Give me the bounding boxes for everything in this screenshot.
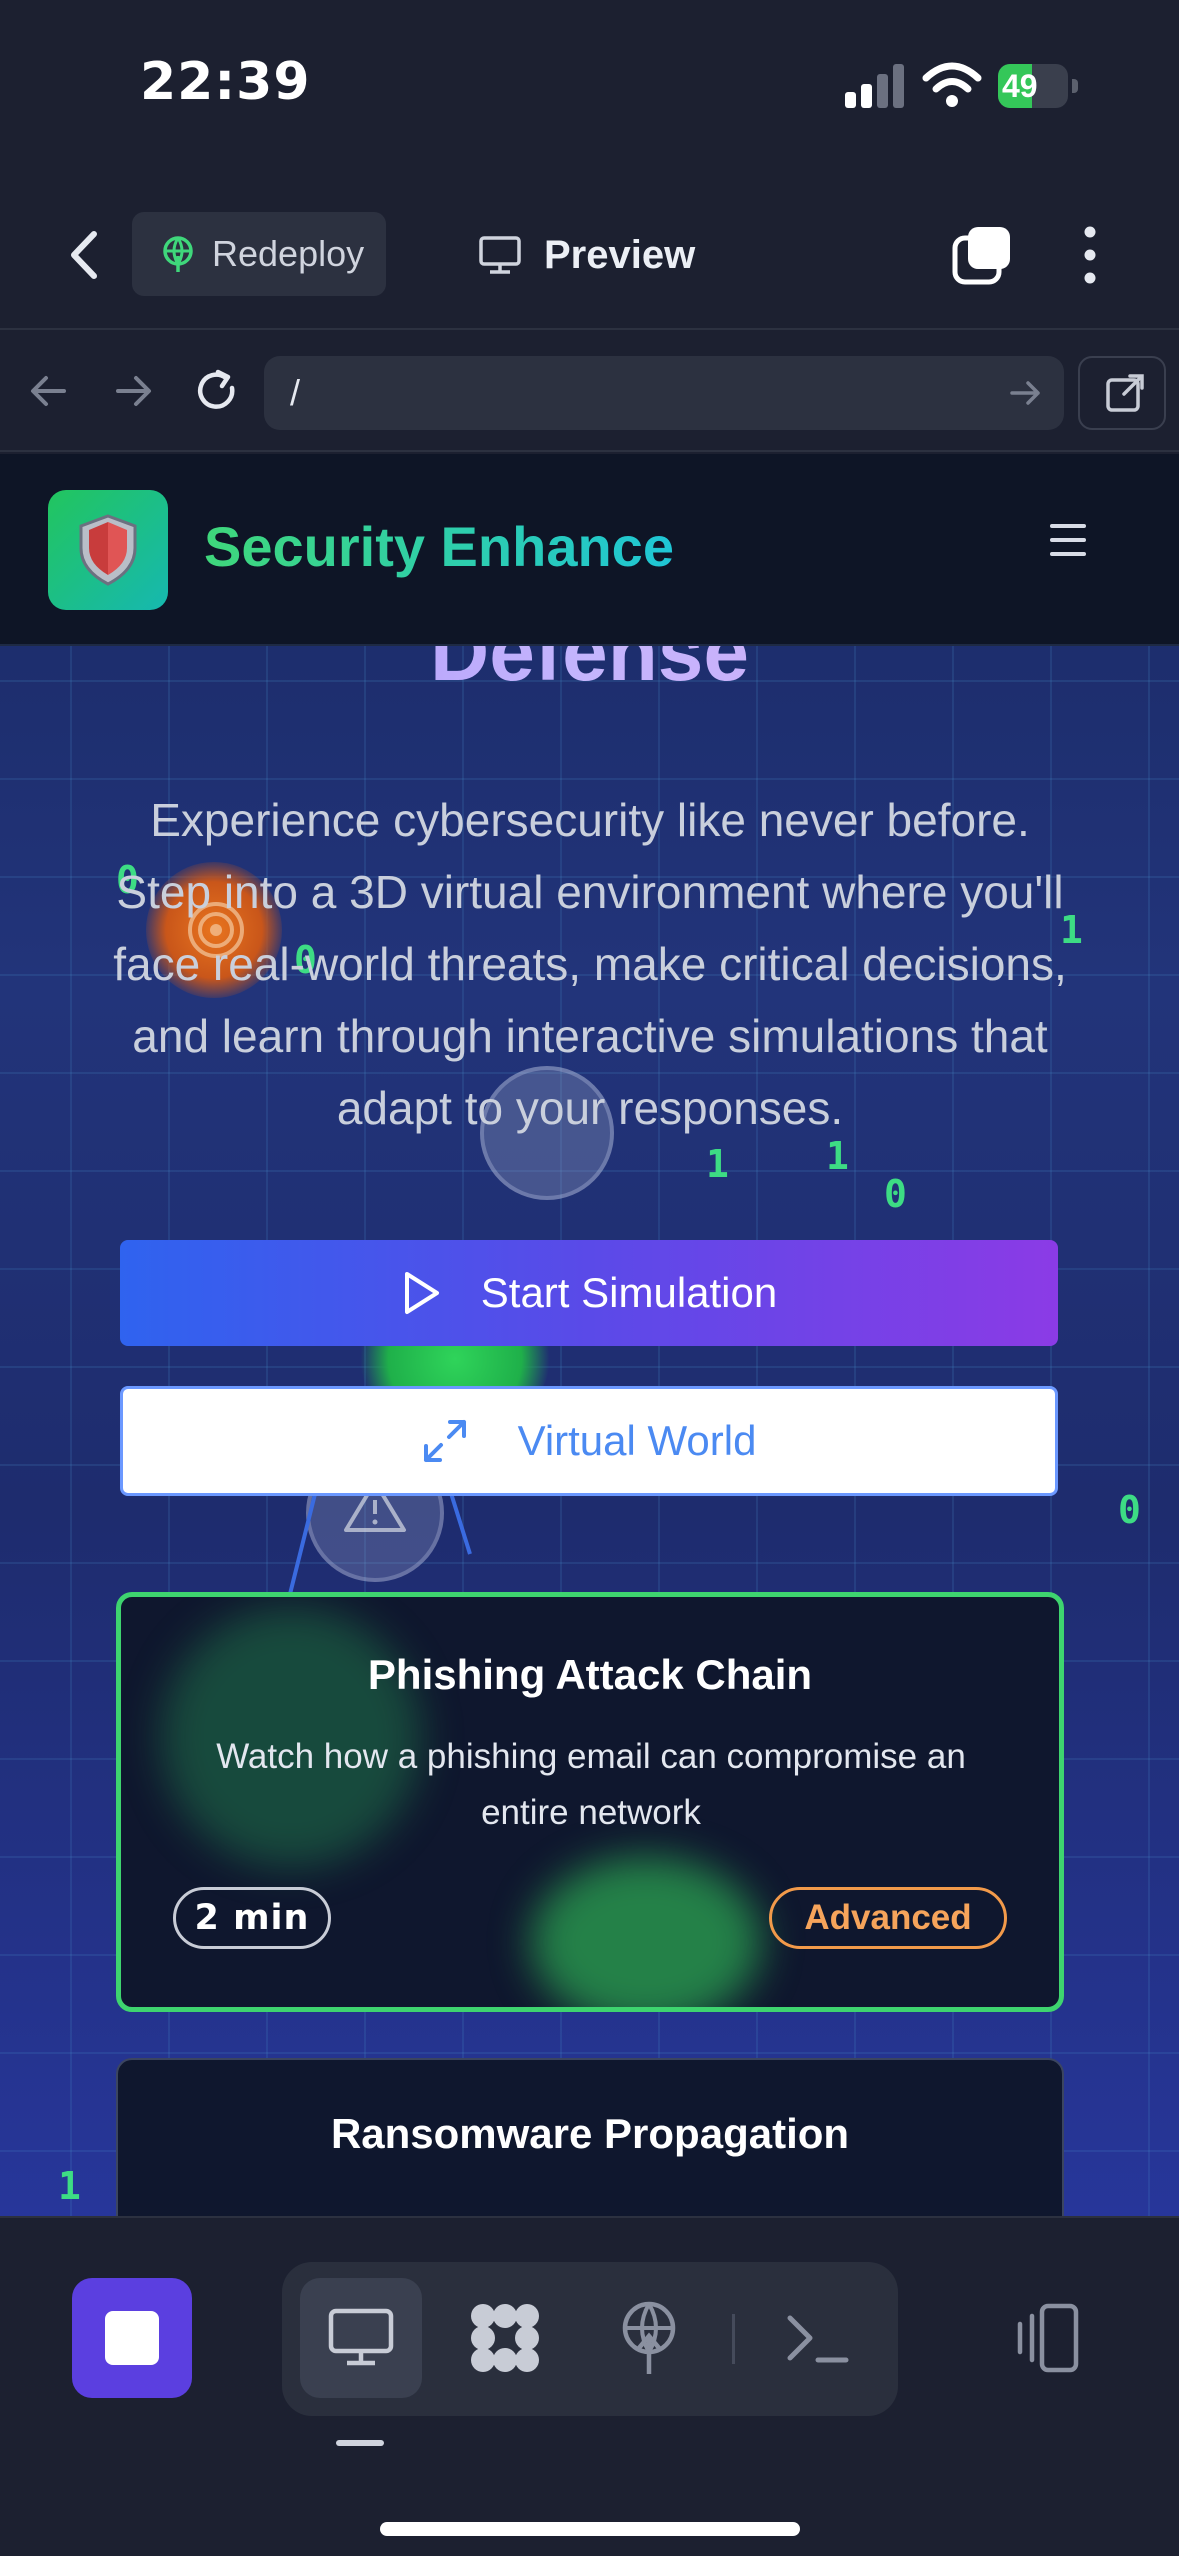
virtual-world-button[interactable]: Virtual World xyxy=(120,1386,1058,1496)
more-options-icon[interactable] xyxy=(1070,220,1110,290)
browser-toolbar: Redeploy Preview xyxy=(0,180,1179,330)
bottom-toolbar xyxy=(0,2216,1179,2556)
console-tab[interactable] xyxy=(756,2278,878,2398)
hero-description: Experience cybersecurity like never befo… xyxy=(113,794,1067,1134)
brand-logo[interactable] xyxy=(48,490,168,610)
status-bar: 22:39 49 xyxy=(0,0,1179,180)
redeploy-label: Redeploy xyxy=(212,233,365,274)
redeploy-button[interactable]: Redeploy xyxy=(132,212,386,296)
card-description: Watch how a phishing email can compromis… xyxy=(216,1737,966,1832)
start-simulation-label: Start Simulation xyxy=(480,1269,778,1316)
play-icon xyxy=(404,1272,439,1314)
cellular-signal-icon xyxy=(845,64,905,108)
status-time: 22:39 xyxy=(140,52,311,112)
hamburger-menu-icon[interactable] xyxy=(1050,524,1092,574)
reload-icon[interactable] xyxy=(192,366,242,416)
start-simulation-button[interactable]: Start Simulation xyxy=(120,1240,1058,1346)
card-glow xyxy=(531,1857,761,2007)
virtual-world-label: Virtual World xyxy=(517,1417,757,1464)
url-input[interactable]: / xyxy=(264,356,1064,430)
binary-digit: 0 xyxy=(884,1172,907,1216)
binary-digit: 1 xyxy=(58,2164,81,2208)
terminal-icon xyxy=(787,2315,849,2363)
stop-button[interactable] xyxy=(72,2278,192,2398)
battery-icon: 49 xyxy=(998,64,1078,108)
difficulty-badge: Advanced xyxy=(769,1887,1007,1949)
scenario-card[interactable]: Phishing Attack Chain Watch how a phishi… xyxy=(116,1592,1064,2012)
address-row: / xyxy=(0,332,1179,452)
stop-icon xyxy=(105,2311,159,2365)
desktop-view-tab[interactable] xyxy=(300,2278,422,2398)
globe-deploy-icon xyxy=(163,236,193,272)
apps-grid-icon xyxy=(471,2304,539,2372)
site-header: Security Enhance xyxy=(0,454,1179,646)
active-tab-indicator xyxy=(336,2440,384,2446)
open-external-button[interactable] xyxy=(1078,356,1166,430)
monitor-icon xyxy=(328,2308,394,2366)
url-text: / xyxy=(290,372,301,413)
monitor-icon xyxy=(479,236,521,274)
binary-digit: 0 xyxy=(1118,1488,1141,1532)
shield-icon xyxy=(79,514,137,586)
expand-icon xyxy=(423,1420,466,1462)
wifi-icon xyxy=(922,62,982,107)
globe-deploy-icon xyxy=(622,2301,676,2374)
preview-tab[interactable]: Preview xyxy=(478,220,695,290)
nav-back-icon[interactable] xyxy=(24,366,74,416)
segment-divider xyxy=(732,2314,735,2364)
home-indicator xyxy=(380,2522,800,2536)
back-chevron-icon[interactable] xyxy=(60,220,110,290)
web-viewport: 0 0 1 1 1 0 0 1 Defense Experience cyber… xyxy=(0,454,1179,2216)
card-title: Ransomware Propagation xyxy=(330,2110,850,2157)
nav-forward-icon[interactable] xyxy=(108,366,158,416)
battery-percent: 49 xyxy=(1002,68,1038,104)
device-switch-icon[interactable] xyxy=(1006,2298,1086,2378)
card-title: Phishing Attack Chain xyxy=(367,1651,813,1698)
external-link-icon xyxy=(1106,374,1144,412)
view-switcher xyxy=(282,2262,898,2416)
components-tab[interactable] xyxy=(444,2278,566,2398)
preview-label: Preview xyxy=(544,232,696,277)
go-arrow-icon[interactable] xyxy=(1006,374,1044,412)
binary-digit: 1 xyxy=(706,1142,729,1186)
deploy-tab[interactable] xyxy=(588,2278,710,2398)
duration-badge: 2 min xyxy=(173,1887,331,1949)
scenario-card[interactable]: Ransomware Propagation xyxy=(116,2058,1064,2216)
tabs-icon[interactable] xyxy=(952,224,1014,286)
brand-name[interactable]: Security Enhance xyxy=(204,514,674,579)
